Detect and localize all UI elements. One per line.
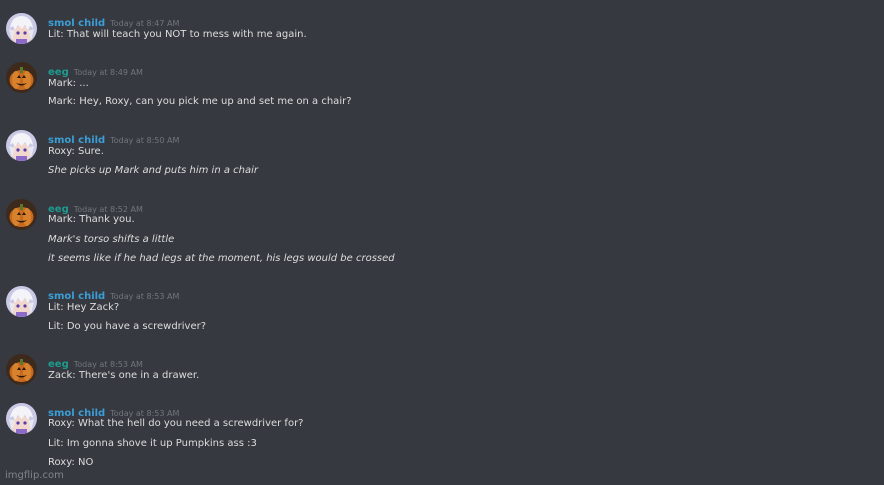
timestamp[interactable]: Today at 8:53 AM — [110, 409, 179, 418]
timestamp[interactable]: Today at 8:53 AM — [110, 292, 179, 301]
username[interactable]: smol child — [48, 291, 105, 302]
username[interactable]: smol child — [48, 18, 105, 29]
username[interactable]: eeg — [48, 359, 69, 370]
pumpkin-avatar-icon[interactable] — [6, 199, 37, 230]
message-text: Zack: There's one in a drawer. — [48, 370, 200, 381]
message-text: Mark: Thank you. — [48, 214, 135, 225]
white-haired-anime-avatar-icon[interactable] — [6, 13, 37, 44]
message-text-action: it seems like if he had legs at the mome… — [48, 253, 395, 264]
white-haired-anime-avatar-icon[interactable] — [6, 130, 37, 161]
username[interactable]: smol child — [48, 135, 105, 146]
chat-message-list: smol child Today at 8:47 AM Lit: That wil… — [0, 0, 884, 485]
message-header: eeg Today at 8:53 AM — [48, 352, 143, 370]
message-header: smol child Today at 8:47 AM — [48, 11, 179, 29]
timestamp[interactable]: Today at 8:53 AM — [74, 360, 143, 369]
message-text: Mark: ... — [48, 78, 89, 89]
message-text: Lit: Do you have a screwdriver? — [48, 321, 207, 332]
imgflip-watermark: imgflip.com — [5, 470, 64, 481]
message-text: Lit: Hey Zack? — [48, 302, 120, 313]
message-header: smol child Today at 8:53 AM — [48, 401, 179, 419]
message-text: Mark: Hey, Roxy, can you pick me up and … — [48, 96, 352, 107]
message-text: Roxy: What the hell do you need a screwd… — [48, 418, 304, 429]
pumpkin-avatar-icon[interactable] — [6, 354, 37, 385]
white-haired-anime-avatar-icon[interactable] — [6, 286, 37, 317]
message-text: Roxy: NO — [48, 457, 94, 468]
pumpkin-avatar-icon[interactable] — [6, 62, 37, 93]
timestamp[interactable]: Today at 8:50 AM — [110, 136, 179, 145]
message-header: eeg Today at 8:49 AM — [48, 60, 143, 78]
username[interactable]: eeg — [48, 67, 69, 78]
message-text: Lit: Im gonna shove it up Pumpkins ass :… — [48, 438, 257, 449]
timestamp[interactable]: Today at 8:49 AM — [74, 68, 143, 77]
message-header: eeg Today at 8:52 AM — [48, 197, 143, 215]
message-text: Lit: That will teach you NOT to mess wit… — [48, 29, 307, 40]
message-text-action: Mark's torso shifts a little — [48, 234, 175, 245]
message-text-action: She picks up Mark and puts him in a chai… — [48, 165, 258, 176]
message-header: smol child Today at 8:50 AM — [48, 128, 179, 146]
white-haired-anime-avatar-icon[interactable] — [6, 403, 37, 434]
message-text: Roxy: Sure. — [48, 146, 104, 157]
timestamp[interactable]: Today at 8:52 AM — [74, 205, 143, 214]
timestamp[interactable]: Today at 8:47 AM — [110, 19, 179, 28]
message-header: smol child Today at 8:53 AM — [48, 284, 179, 302]
